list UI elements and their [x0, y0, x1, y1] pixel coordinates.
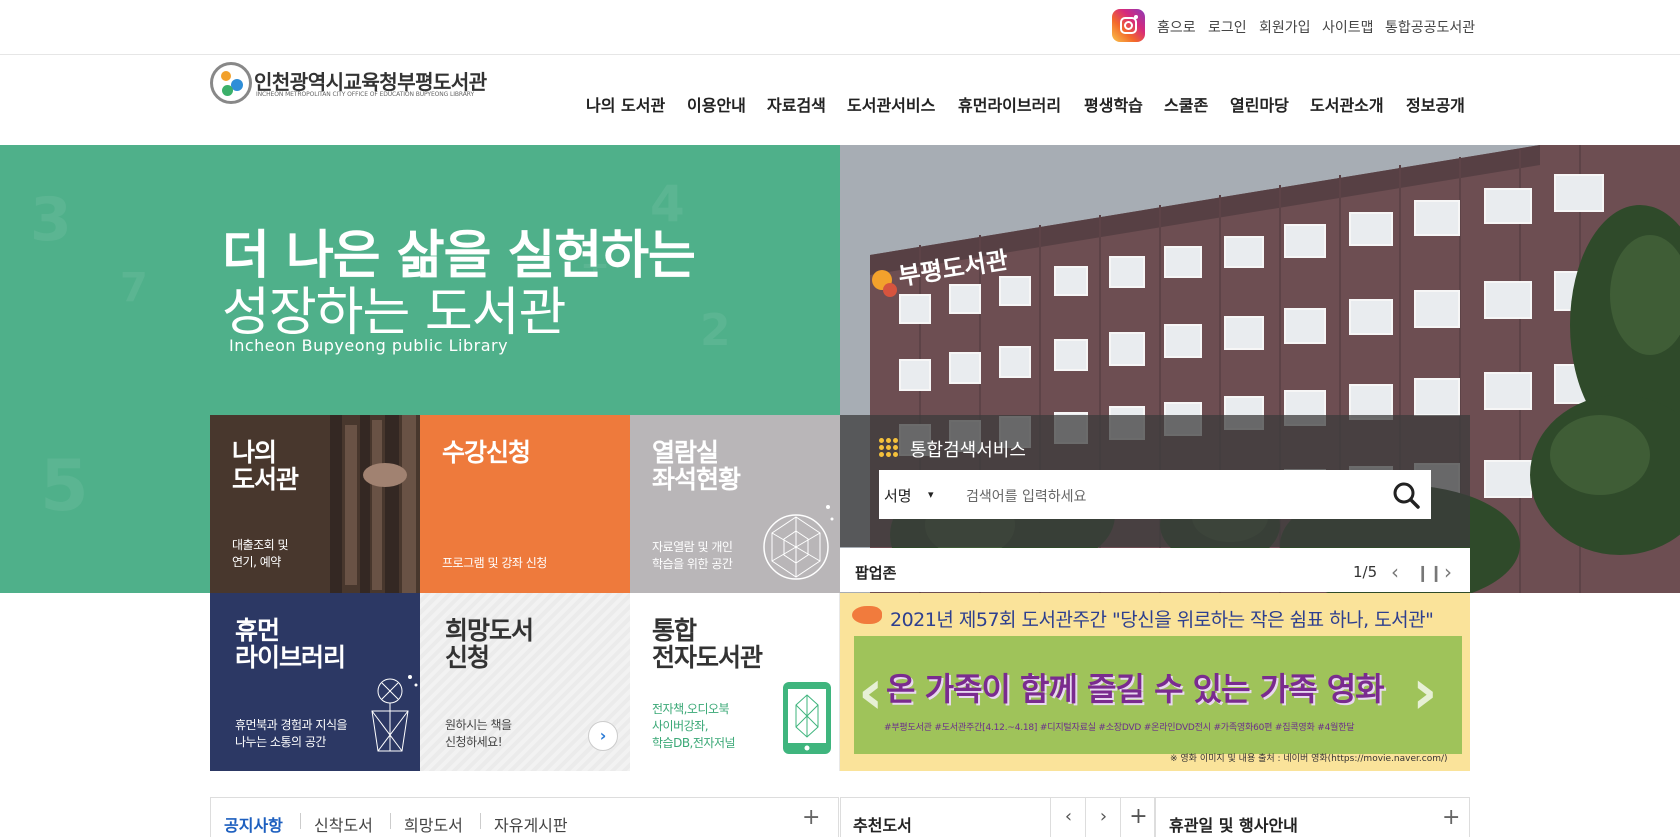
search-input[interactable]: 검색어를 입력하세요 [966, 486, 1086, 506]
search-type-select[interactable]: 서명 [884, 485, 912, 506]
search-form [879, 470, 1431, 519]
banner-source-note: ※ 영화 이미지 및 내용 출처 : 네이버 영화(https://movie.… [1170, 754, 1448, 764]
search-icon[interactable] [1391, 480, 1421, 510]
plus-icon[interactable]: + [802, 805, 820, 830]
login-link[interactable]: 로그인 [1208, 17, 1247, 37]
fish-logo-icon [852, 606, 882, 624]
banner-next-icon[interactable]: › [1412, 655, 1438, 728]
tab-new-books[interactable]: 신착도서 [314, 812, 373, 836]
tab-free-board[interactable]: 자유게시판 [494, 812, 568, 836]
library-logo-icon[interactable] [210, 62, 252, 104]
tile-human-library-desc: 휴먼북과 경험과 지식을 나누는 소통의 공간 [235, 718, 348, 749]
geodesic-sphere-icon [763, 505, 834, 580]
search-panel-title: 통합검색서비스 [910, 440, 1026, 461]
nav-library-intro[interactable]: 도서관소개 [1310, 92, 1384, 116]
nav-lifelong-learning[interactable]: 평생학습 [1084, 92, 1143, 116]
tile-course-registration[interactable]: 수강신청 프로그램 및 강좌 신청 [420, 415, 630, 593]
popup-counter: 1/5 [1353, 563, 1378, 581]
grid-dots-icon [879, 438, 899, 458]
chevron-down-icon[interactable]: ▾ [928, 488, 934, 501]
nav-material-search[interactable]: 자료검색 [767, 92, 826, 116]
chevron-left-icon[interactable]: ‹ [1050, 797, 1086, 837]
chevron-left-icon[interactable]: ‹ [1391, 560, 1399, 584]
tile-my-library-desc: 대출조회 및 연기, 예약 [232, 538, 289, 569]
tile-human-library-title: 휴먼 라이브러리 [235, 616, 346, 672]
banner-main-text: 온 가족이 함께 즐길 수 있는 가족 영화 [886, 670, 1385, 708]
tab-divider [300, 813, 301, 829]
tab-divider [480, 813, 481, 829]
recommended-books-title: 추천도서 [853, 816, 912, 835]
tile-my-library[interactable]: 나의 도서관 대출조회 및 연기, 예약 [210, 415, 420, 593]
tile-my-library-title: 나의 도서관 [232, 438, 299, 494]
plus-icon[interactable]: + [1120, 797, 1156, 837]
banner-hashtags: #부평도서관 #도서관주간[4.12.~4.18] #디지털자료실 #소장DVD… [884, 723, 1355, 733]
tile-e-library-desc: 전자책,오디오북 사이버강좌, 학습DB,전자저널 [652, 702, 736, 750]
tile-course-registration-desc: 프로그램 및 강좌 신청 [442, 556, 547, 570]
instagram-icon[interactable] [1112, 9, 1145, 42]
nav-usage-guide[interactable]: 이용안내 [687, 92, 746, 116]
chevron-right-icon[interactable]: › [1085, 797, 1121, 837]
tile-reading-room-title: 열람실 좌석현황 [652, 438, 741, 494]
popup-zone-title: 팝업존 [855, 564, 897, 582]
tile-reading-room-desc: 자료열람 및 개인 학습을 위한 공간 [652, 540, 733, 571]
hero-headline-2: 성장하는 도서관 [222, 283, 566, 343]
nav-school-zone[interactable]: 스쿨존 [1164, 92, 1208, 116]
tile-human-library[interactable]: 휴먼 라이브러리 휴먼북과 경험과 지식을 나누는 소통의 공간 [210, 593, 420, 771]
tile-e-library[interactable]: 통합 전자도서관 전자책,오디오북 사이버강좌, 학습DB,전자저널 [630, 593, 840, 771]
plus-icon[interactable]: + [1442, 805, 1460, 830]
chevron-right-icon[interactable]: › [588, 721, 618, 751]
tablet-icon [783, 682, 831, 754]
nav-human-library[interactable]: 휴먼라이브러리 [958, 92, 1061, 116]
sitemap-link[interactable]: 사이트맵 [1322, 17, 1374, 37]
nav-open-forum[interactable]: 열린마당 [1230, 92, 1289, 116]
human-network-icon [371, 675, 418, 752]
banner-prev-icon[interactable]: ‹ [858, 655, 884, 728]
nav-my-library[interactable]: 나의 도서관 [586, 92, 665, 116]
pause-icon[interactable]: ❙❙ [1416, 563, 1443, 582]
chevron-right-icon[interactable]: › [1444, 560, 1452, 584]
banner-top-text: 2021년 제57회 도서관주간 "당신을 위로하는 작은 쉼표 하나, 도서관… [890, 609, 1434, 631]
tile-book-request-title: 희망도서 신청 [445, 616, 534, 672]
holiday-events-title: 휴관일 및 행사안내 [1169, 816, 1298, 835]
tab-notice[interactable]: 공지사항 [224, 812, 283, 836]
tile-course-registration-title: 수강신청 [442, 438, 531, 467]
signup-link[interactable]: 회원가입 [1259, 17, 1311, 37]
tile-book-request[interactable]: 희망도서 신청 원하시는 책을 신청하세요! › [420, 593, 630, 771]
tab-divider [390, 813, 391, 829]
nav-information-disclosure[interactable]: 정보공개 [1406, 92, 1465, 116]
home-link[interactable]: 홈으로 [1157, 17, 1196, 37]
integrated-library-link[interactable]: 통합공공도서관 [1385, 17, 1475, 37]
tab-hope-books[interactable]: 희망도서 [404, 812, 463, 836]
tile-reading-room-seats[interactable]: 열람실 좌석현황 자료열람 및 개인 학습을 위한 공간 [630, 415, 840, 593]
tile-e-library-title: 통합 전자도서관 [652, 616, 763, 672]
tile-book-request-desc: 원하시는 책을 신청하세요! [445, 718, 512, 749]
hero-english-subtitle: Incheon Bupyeong public Library [229, 336, 509, 355]
nav-library-services[interactable]: 도서관서비스 [847, 92, 935, 116]
logo-subtitle: INCHEON METROPOLITAN CITY OFFICE OF EDUC… [256, 91, 475, 98]
